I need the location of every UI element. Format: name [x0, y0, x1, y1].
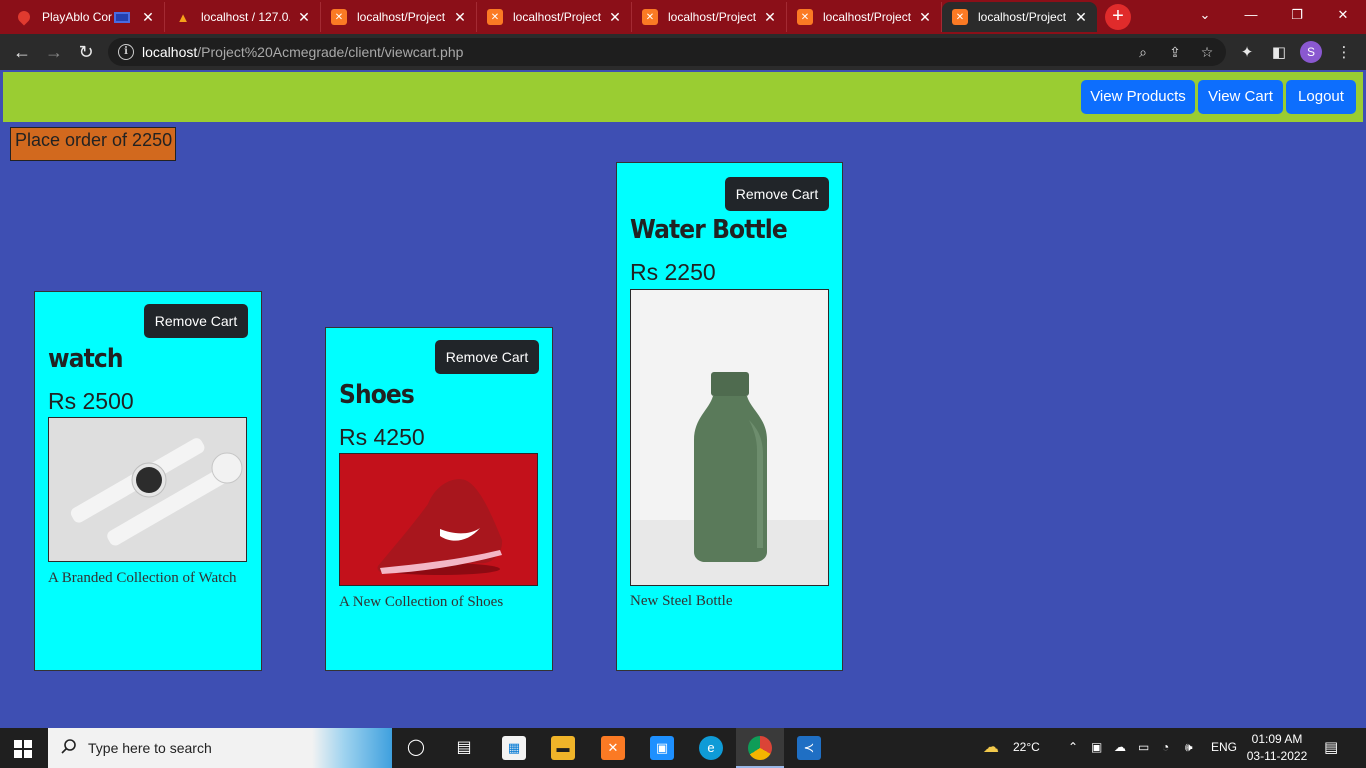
new-tab-button[interactable]: +	[1105, 4, 1131, 30]
close-window-icon[interactable]: ✕	[1320, 0, 1366, 30]
close-tab-icon[interactable]: ✕	[762, 9, 778, 26]
meet-icon[interactable]: ▣	[1091, 740, 1102, 754]
cart-item-card: Remove Cart Shoes Rs 4250 A New Collecti…	[325, 327, 553, 671]
pin-icon	[15, 8, 33, 26]
xampp-control-icon[interactable]: ✕	[601, 736, 625, 760]
address-bar[interactable]: i localhost/Project%20Acmegrade/client/v…	[108, 38, 1226, 66]
chevron-up-icon[interactable]: ⌃	[1068, 740, 1078, 754]
task-view-icon[interactable]: ▤	[452, 736, 476, 760]
browser-tab-active[interactable]: ✕ localhost/Project ✕	[942, 2, 1097, 32]
notification-icon[interactable]: ▤	[1324, 738, 1338, 756]
cloud-icon[interactable]: ☁	[1114, 740, 1126, 754]
product-image-bottle	[630, 289, 829, 586]
browser-tab[interactable]: ✕ localhost/Project ✕	[632, 2, 787, 32]
screen-icon	[114, 11, 130, 23]
reload-icon[interactable]: ↻	[75, 41, 97, 63]
product-title: Water Bottle	[630, 215, 788, 245]
remove-cart-button[interactable]: Remove Cart	[144, 304, 248, 338]
edge-icon[interactable]: e	[699, 736, 723, 760]
taskbar-clock[interactable]: 01:09 AM 03-11-2022	[1244, 731, 1310, 765]
browser-tab[interactable]: ▲ localhost / 127.0. ✕	[165, 2, 321, 32]
xampp-icon: ✕	[642, 9, 658, 25]
top-navbar: View Products View Cart Logout	[3, 72, 1363, 122]
close-tab-icon[interactable]: ✕	[1073, 9, 1089, 26]
close-tab-icon[interactable]: ✕	[296, 9, 312, 26]
forward-icon[interactable]: →	[43, 41, 65, 63]
cortana-icon[interactable]: ◯	[404, 736, 428, 760]
microsoft-store-icon[interactable]: ▦	[502, 736, 526, 760]
side-panel-icon[interactable]: ◧	[1269, 43, 1289, 63]
product-image-shoes	[339, 453, 538, 586]
product-image-watch	[48, 417, 247, 562]
browser-tab-bar: PlayAblo Cor ✕ ▲ localhost / 127.0. ✕ ✕ …	[0, 0, 1366, 34]
browser-tab[interactable]: PlayAblo Cor ✕	[8, 2, 165, 32]
tab-search-icon[interactable]: ⌄	[1182, 0, 1228, 30]
phpmyadmin-icon: ▲	[176, 9, 190, 25]
extensions-icon[interactable]: ✦	[1237, 43, 1257, 63]
page-body: View Products View Cart Logout Place ord…	[0, 70, 1366, 728]
product-description: A Branded Collection of Watch	[48, 570, 237, 586]
wifi-icon[interactable]: ◔	[1162, 740, 1169, 754]
cart-item-card: Remove Cart watch Rs 2500 A Branded Coll…	[34, 291, 262, 671]
windows-taskbar: Type here to search ◯ ▤ ▦ ▬ ✕ ▣ e ≺ ☁ 22…	[0, 728, 1366, 768]
xampp-icon: ✕	[331, 9, 347, 25]
browser-tab[interactable]: ✕ localhost/Project ✕	[787, 2, 942, 32]
close-tab-icon[interactable]: ✕	[607, 9, 623, 26]
url-text[interactable]: localhost/Project%20Acmegrade/client/vie…	[142, 44, 463, 60]
close-tab-icon[interactable]: ✕	[917, 9, 933, 26]
menu-icon[interactable]: ⋮	[1334, 43, 1354, 63]
product-title: watch	[48, 344, 124, 374]
remove-cart-button[interactable]: Remove Cart	[725, 177, 829, 211]
language-indicator[interactable]: ENG	[1211, 740, 1237, 754]
file-explorer-icon[interactable]: ▬	[551, 736, 575, 760]
share-icon[interactable]: ⇪	[1166, 43, 1184, 61]
product-description: New Steel Bottle	[630, 593, 733, 609]
weather-temperature[interactable]: 22°C	[1013, 740, 1040, 754]
xampp-icon: ✕	[797, 9, 813, 25]
view-cart-button[interactable]: View Cart	[1198, 80, 1283, 114]
xampp-icon: ✕	[952, 9, 968, 25]
product-description: A New Collection of Shoes	[339, 594, 504, 610]
restore-icon[interactable]: ❐	[1274, 0, 1320, 30]
search-highlight-airplane-image	[312, 728, 392, 768]
taskbar-search-box[interactable]: Type here to search	[48, 728, 392, 768]
volume-icon[interactable]: 🕪	[1185, 740, 1193, 755]
cart-item-card: Remove Cart Water Bottle Rs 2250 New Ste…	[616, 162, 843, 671]
search-icon	[61, 739, 76, 754]
zoom-icon[interactable]: ⌕	[1134, 43, 1152, 61]
site-info-icon[interactable]: i	[118, 44, 134, 60]
remove-cart-button[interactable]: Remove Cart	[435, 340, 539, 374]
product-price: Rs 4250	[339, 424, 425, 450]
bookmark-star-icon[interactable]: ☆	[1198, 43, 1216, 61]
browser-tab[interactable]: ✕ localhost/Project ✕	[321, 2, 477, 32]
logout-button[interactable]: Logout	[1286, 80, 1356, 114]
browser-toolbar: ← → ↻ i localhost/Project%20Acmegrade/cl…	[0, 34, 1366, 70]
windows-app-icon[interactable]: ▣	[650, 736, 674, 760]
chrome-icon[interactable]	[748, 736, 772, 760]
product-price: Rs 2500	[48, 388, 134, 414]
vscode-icon[interactable]: ≺	[797, 736, 821, 760]
xampp-icon: ✕	[487, 9, 503, 25]
product-title: Shoes	[339, 380, 415, 410]
place-order-button[interactable]: Place order of 2250	[10, 127, 176, 161]
weather-icon: ☁	[983, 739, 999, 756]
minimize-icon[interactable]: —	[1228, 0, 1274, 30]
battery-icon[interactable]: ▭	[1138, 740, 1149, 754]
close-tab-icon[interactable]: ✕	[140, 9, 156, 26]
product-price: Rs 2250	[630, 259, 716, 285]
profile-avatar[interactable]: S	[1300, 41, 1322, 63]
close-tab-icon[interactable]: ✕	[452, 9, 468, 26]
back-icon[interactable]: ←	[11, 41, 33, 63]
browser-tab[interactable]: ✕ localhost/Project ✕	[477, 2, 632, 32]
view-products-button[interactable]: View Products	[1081, 80, 1195, 114]
windows-start-icon[interactable]	[14, 740, 32, 758]
